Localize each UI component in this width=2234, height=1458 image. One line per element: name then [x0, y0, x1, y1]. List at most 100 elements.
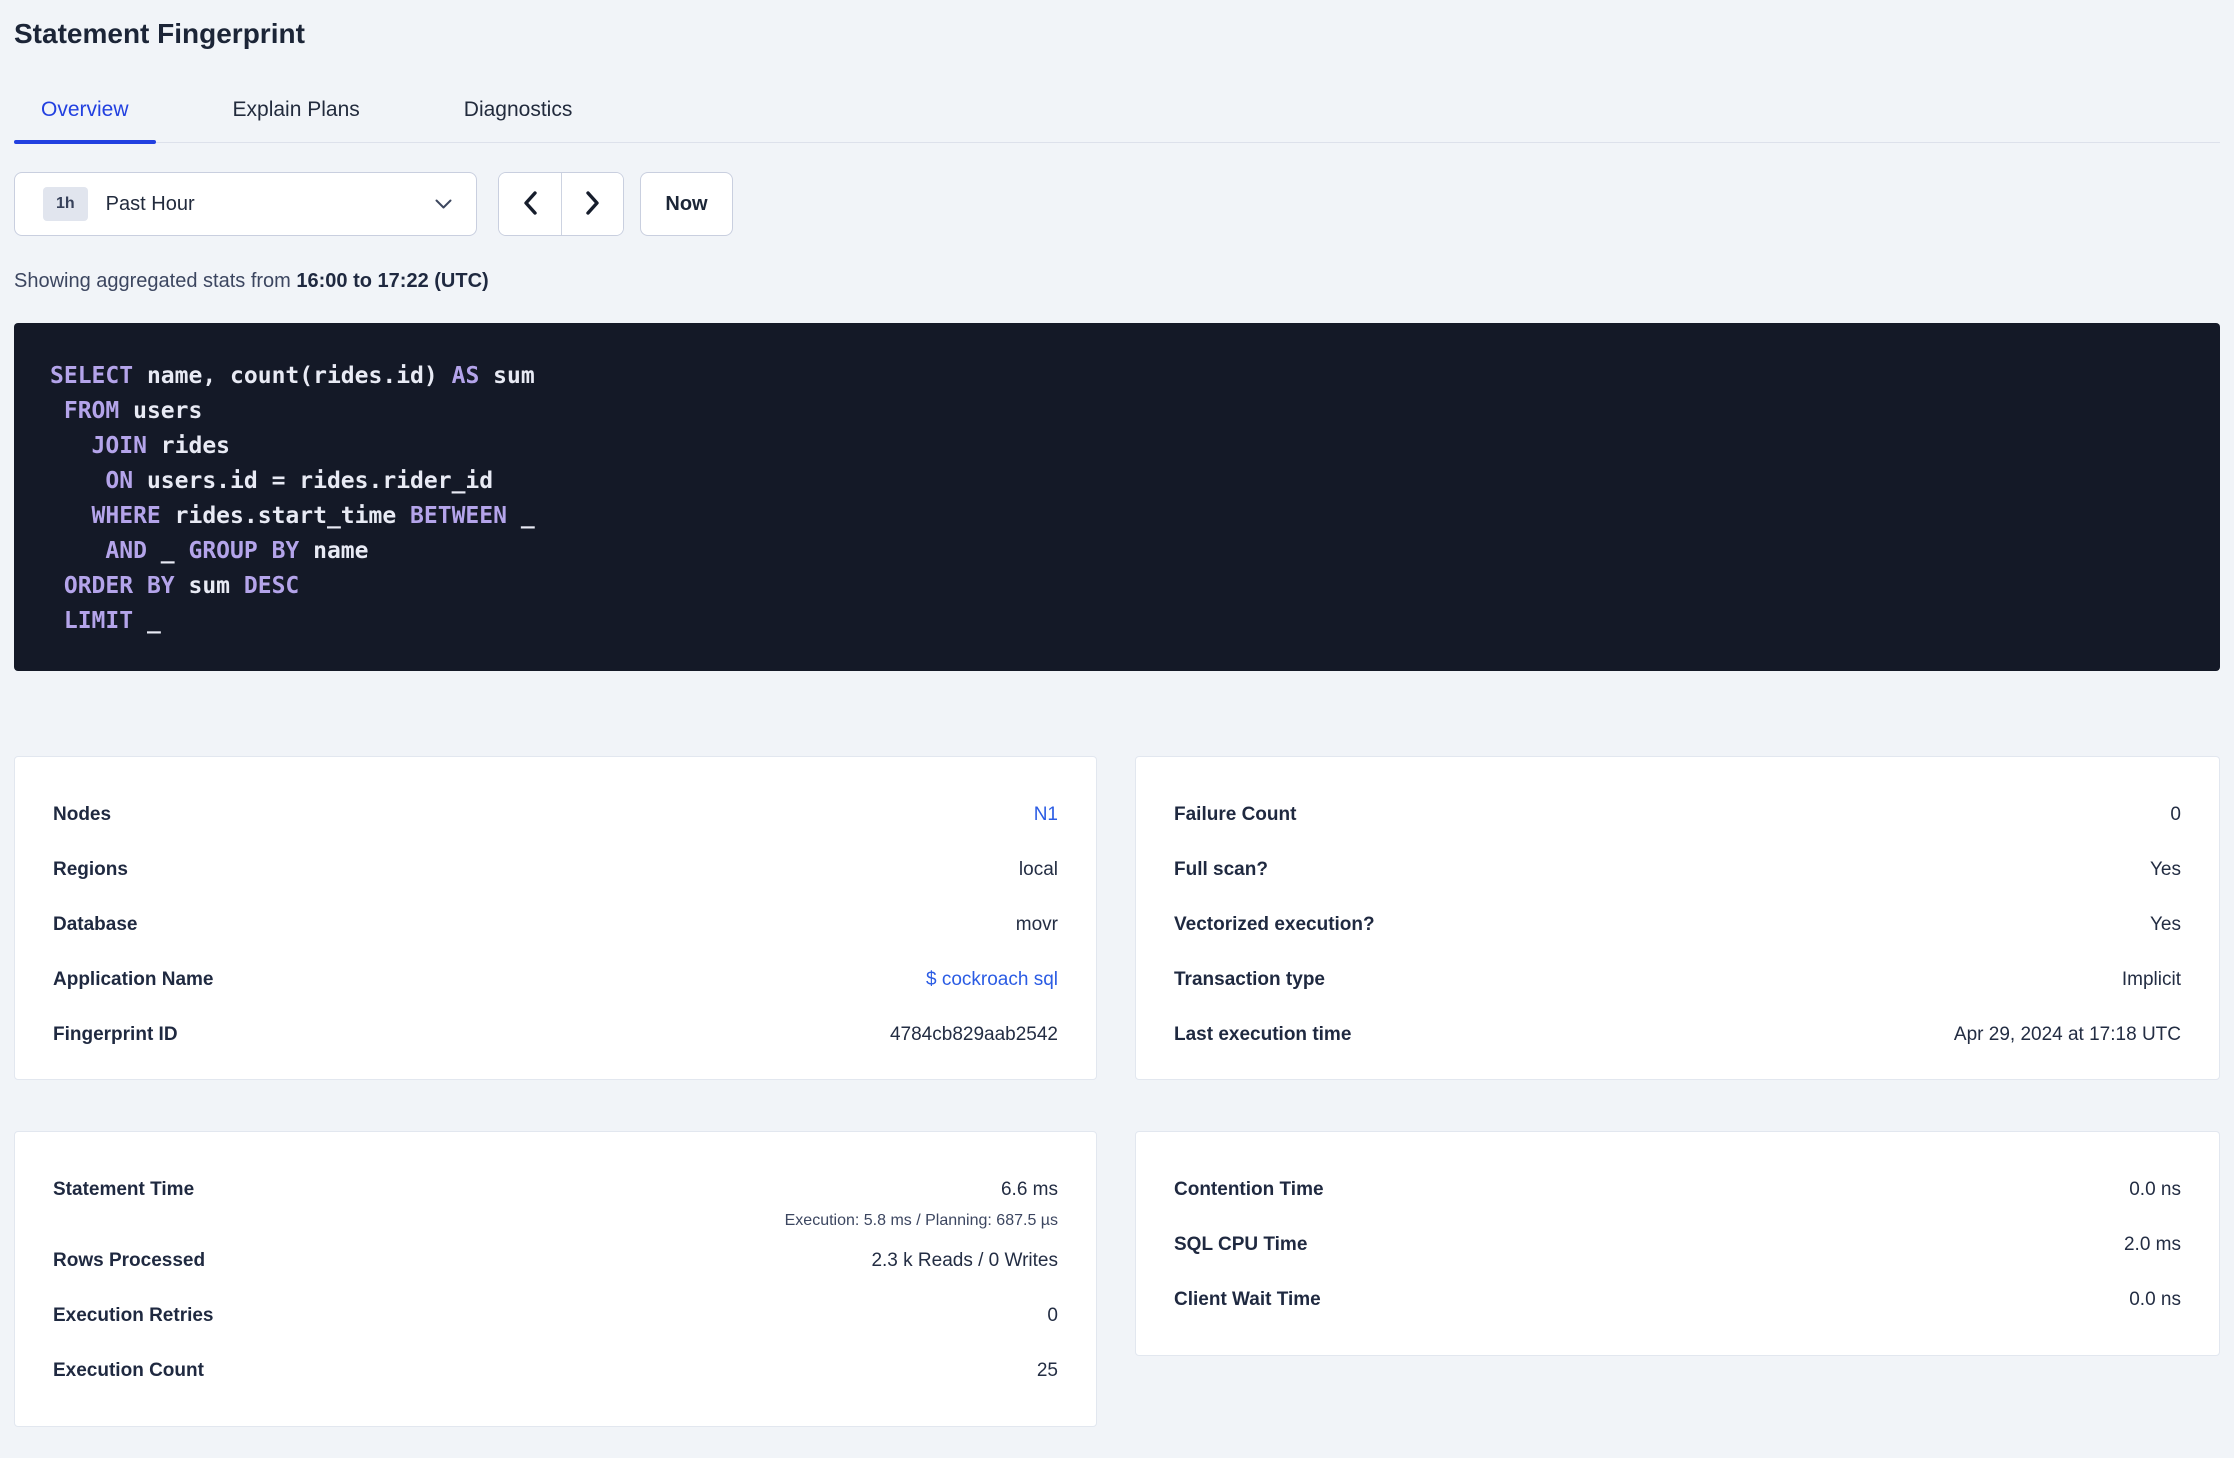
card-execution-attributes: Failure Count 0 Full scan? Yes Vectorized ex… — [1135, 756, 2220, 1080]
stat-value: Yes — [2150, 913, 2181, 935]
stat-value: Yes — [2150, 858, 2181, 880]
stat-value: 0 — [1047, 1304, 1058, 1326]
stat-row: Rows Processed 2.3 k Reads / 0 Writes — [53, 1233, 1058, 1288]
sql-keyword: JOIN — [91, 433, 147, 459]
sql-text: users — [119, 398, 203, 424]
stat-label: Database — [53, 913, 138, 935]
sql-keyword: GROUP BY — [188, 538, 300, 564]
stat-row: Transaction type Implicit — [1174, 952, 2181, 1007]
chevron-right-icon — [585, 190, 601, 219]
stat-value-wrap: 6.6 ms Execution: 5.8 ms / Planning: 687.… — [785, 1162, 1058, 1233]
stat-label: Vectorized execution? — [1174, 913, 1375, 935]
stat-row: Contention Time 0.0 ns — [1174, 1162, 2181, 1217]
stat-value: Apr 29, 2024 at 17:18 UTC — [1953, 1023, 2181, 1045]
tab-explain-plans[interactable]: Explain Plans — [206, 98, 387, 142]
sql-line: JOIN rides — [50, 429, 2184, 464]
card-statement-statistics: Statement Time 6.6 ms Execution: 5.8 ms / … — [14, 1131, 1097, 1427]
time-picker-row: 1h Past Hour Now — [14, 172, 2220, 236]
statement-fingerprint-page: Statement Fingerprint Overview Explain Pl… — [0, 0, 2234, 1427]
stat-label: Last execution time — [1174, 1023, 1352, 1045]
chevron-left-icon — [522, 190, 538, 219]
sql-text: _ — [133, 608, 161, 634]
previous-time-window-button[interactable] — [499, 173, 561, 235]
sql-text: rides — [146, 433, 231, 459]
stat-row: Last execution time Apr 29, 2024 at 17:18… — [1174, 1007, 2181, 1062]
sql-line: FROM users — [50, 394, 2184, 429]
stat-label: Fingerprint ID — [53, 1023, 178, 1045]
stat-label: Transaction type — [1174, 968, 1325, 990]
stat-row: Vectorized execution? Yes — [1174, 897, 2181, 952]
stat-label: Execution Count — [53, 1359, 204, 1381]
stat-label: Client Wait Time — [1174, 1288, 1321, 1310]
stat-value-link[interactable]: $ cockroach sql — [926, 969, 1058, 991]
stat-value: Implicit — [2121, 968, 2181, 990]
time-interval-badge: 1h — [43, 187, 88, 221]
now-button[interactable]: Now — [640, 172, 733, 236]
stat-value: 2.3 k Reads / 0 Writes — [871, 1249, 1058, 1271]
stat-value: 0.0 ns — [2129, 1178, 2181, 1200]
stat-value: 0 — [2170, 803, 2181, 825]
sql-keyword: ON — [105, 468, 134, 494]
stat-value: movr — [1015, 913, 1058, 935]
tab-diagnostics[interactable]: Diagnostics — [437, 98, 600, 142]
sql-keyword: WHERE — [91, 503, 161, 529]
stat-value: 2.0 ms — [2123, 1233, 2181, 1255]
stat-label: Failure Count — [1174, 803, 1297, 825]
stat-label: Full scan? — [1174, 858, 1268, 880]
page-title: Statement Fingerprint — [14, 18, 305, 49]
summary-cards-row-2: Statement Time 6.6 ms Execution: 5.8 ms / … — [14, 1131, 2220, 1427]
stat-row: Full scan? Yes — [1174, 842, 2181, 897]
stat-value: 25 — [1036, 1359, 1058, 1381]
stat-value: local — [1018, 858, 1058, 880]
sql-keyword: DESC — [243, 573, 300, 599]
stat-label: SQL CPU Time — [1174, 1233, 1308, 1255]
sql-text: sum — [174, 573, 244, 599]
time-range-dropdown[interactable]: 1h Past Hour — [14, 172, 477, 236]
tab-overview[interactable]: Overview — [14, 98, 156, 144]
stat-label: Execution Retries — [53, 1304, 214, 1326]
stat-subvalue: Execution: 5.8 ms / Planning: 687.5 µs — [784, 1212, 1058, 1229]
sql-keyword: LIMIT — [63, 608, 134, 634]
stat-value: 4784cb829aab2542 — [889, 1023, 1058, 1045]
sql-keyword: SELECT — [50, 363, 134, 389]
sql-text: sum — [479, 363, 535, 389]
stat-value-link[interactable]: N1 — [1034, 804, 1058, 826]
sql-keyword: FROM — [63, 398, 120, 424]
stat-label: Rows Processed — [53, 1249, 206, 1271]
stat-row: Statement Time 6.6 ms Execution: 5.8 ms / … — [53, 1162, 1058, 1233]
statement-sql-box: SELECT name, count(rides.id) AS sum FROM… — [14, 323, 2220, 671]
stat-row: Nodes N1 — [53, 787, 1058, 842]
stat-row: Application Name $ cockroach sql — [53, 952, 1058, 1007]
stat-row: Regions local — [53, 842, 1058, 897]
sql-line: SELECT name, count(rides.id) AS sum — [50, 359, 2184, 394]
stat-row: Client Wait Time 0.0 ns — [1174, 1272, 2181, 1327]
aggregated-stats-range: 16:00 to 17:22 (UTC) — [296, 270, 489, 292]
sql-line: WHERE rides.start_time BETWEEN _ — [50, 499, 2184, 534]
sql-keyword: AS — [451, 363, 480, 389]
chevron-down-icon — [435, 199, 452, 209]
sql-line: AND _ GROUP BY name — [50, 534, 2184, 569]
sql-line: ORDER BY sum DESC — [50, 569, 2184, 604]
stat-label: Application Name — [53, 968, 214, 990]
sql-text: name, count(rides.id) — [133, 363, 452, 389]
summary-cards-row-1: Nodes N1 Regions local Database movr Applicati… — [14, 756, 2220, 1080]
tab-bar: Overview Explain Plans Diagnostics — [14, 98, 2220, 144]
stat-row: Execution Retries 0 — [53, 1288, 1058, 1343]
sql-keyword: AND — [105, 538, 147, 564]
stat-row: Failure Count 0 — [1174, 787, 2181, 842]
sql-text: users.id = rides.rider_id — [133, 468, 494, 494]
stat-label: Nodes — [53, 803, 112, 825]
stat-label: Statement Time — [53, 1179, 195, 1200]
stat-row: Database movr — [53, 897, 1058, 952]
next-time-window-button[interactable] — [561, 173, 623, 235]
stat-row: Execution Count 25 — [53, 1343, 1058, 1398]
sql-text: name — [299, 538, 369, 564]
stat-value: 0.0 ns — [2129, 1288, 2181, 1310]
